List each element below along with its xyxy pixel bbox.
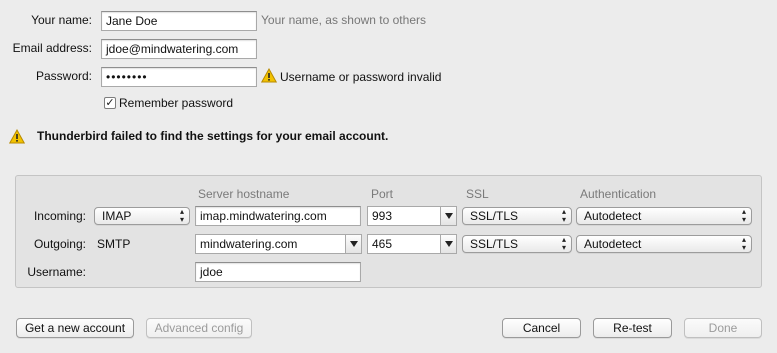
chevron-down-icon[interactable] [345, 235, 361, 253]
incoming-hostname-input[interactable]: imap.mindwatering.com [195, 206, 361, 226]
incoming-auth-select[interactable]: Autodetect ▴ ▾ [576, 207, 752, 225]
incoming-protocol-select[interactable]: IMAP ▴ ▾ [94, 207, 190, 225]
updown-arrows-icon: ▴ ▾ [561, 235, 566, 252]
retest-button[interactable]: Re-test [593, 318, 672, 338]
column-header-port: Port [371, 187, 394, 201]
incoming-protocol-value: IMAP [102, 209, 132, 223]
outgoing-ssl-value: SSL/TLS [470, 237, 519, 251]
email-address-input[interactable]: jdoe@mindwatering.com [101, 39, 257, 59]
outgoing-port-value: 465 [372, 237, 393, 251]
your-name-hint: Your name, as shown to others [261, 13, 426, 27]
remember-password-label[interactable]: Remember password [119, 96, 233, 110]
status-warning-icon [9, 129, 25, 144]
done-button[interactable]: Done [684, 318, 762, 338]
outgoing-auth-value: Autodetect [584, 237, 642, 251]
email-address-label: Email address: [12, 41, 92, 55]
advanced-config-button[interactable]: Advanced config [146, 318, 252, 338]
incoming-ssl-value: SSL/TLS [470, 209, 519, 223]
cancel-button[interactable]: Cancel [502, 318, 581, 338]
incoming-label: Incoming: [33, 209, 86, 223]
outgoing-protocol: SMTP [97, 237, 131, 251]
your-name-input[interactable]: Jane Doe [101, 11, 257, 31]
remember-password-checkbox[interactable]: ✓ [104, 97, 116, 109]
incoming-port-combo[interactable]: 993 [367, 206, 457, 226]
status-message: Thunderbird failed to find the settings … [37, 129, 389, 143]
outgoing-hostname-combo[interactable]: mindwatering.com [195, 234, 362, 254]
updown-arrows-icon: ▴ ▾ [741, 207, 746, 224]
password-label: Password: [35, 69, 92, 83]
your-name-label: Your name: [31, 13, 92, 27]
chevron-down-icon[interactable] [440, 207, 456, 225]
password-error-text: Username or password invalid [280, 70, 442, 84]
updown-arrows-icon: ▴ ▾ [179, 207, 184, 224]
outgoing-auth-select[interactable]: Autodetect ▴ ▾ [576, 235, 752, 253]
column-header-ssl: SSL [466, 187, 489, 201]
updown-arrows-icon: ▴ ▾ [741, 235, 746, 252]
username-input[interactable]: jdoe [195, 262, 361, 282]
column-header-hostname: Server hostname [198, 187, 290, 201]
outgoing-ssl-select[interactable]: SSL/TLS ▴ ▾ [462, 235, 572, 253]
outgoing-hostname-value: mindwatering.com [200, 237, 298, 251]
incoming-port-value: 993 [372, 209, 393, 223]
username-label: Username: [27, 265, 86, 279]
incoming-auth-value: Autodetect [584, 209, 642, 223]
updown-arrows-icon: ▴ ▾ [561, 207, 566, 224]
get-new-account-button[interactable]: Get a new account [16, 318, 134, 338]
warning-icon [261, 68, 277, 83]
outgoing-label: Outgoing: [33, 237, 86, 251]
password-input[interactable]: •••••••• [101, 67, 257, 87]
column-header-authentication: Authentication [580, 187, 657, 201]
incoming-ssl-select[interactable]: SSL/TLS ▴ ▾ [462, 207, 572, 225]
chevron-down-icon[interactable] [440, 235, 456, 253]
outgoing-port-combo[interactable]: 465 [367, 234, 457, 254]
